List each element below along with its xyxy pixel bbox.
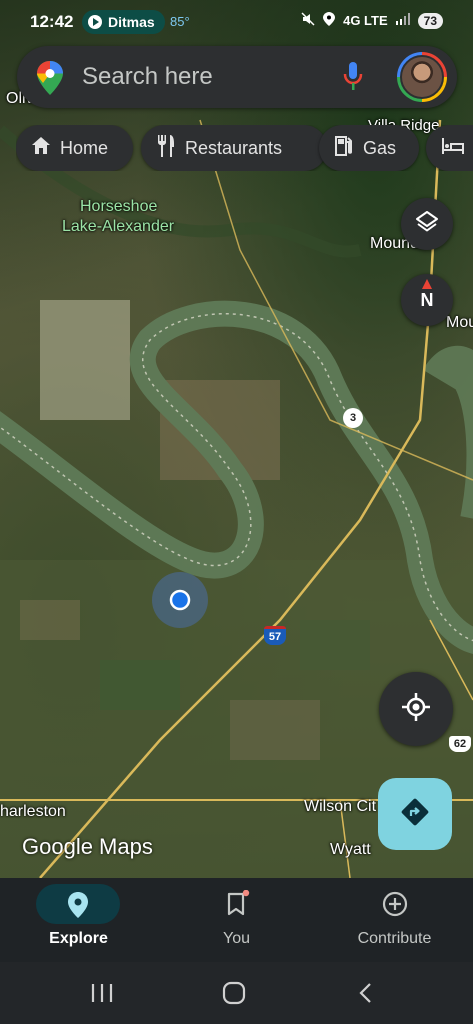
nav-you-label: You bbox=[223, 930, 250, 947]
interstate-57-shield: 57 bbox=[264, 626, 286, 645]
avatar-photo bbox=[400, 55, 444, 99]
navigation-chip[interactable]: Ditmas bbox=[82, 10, 165, 34]
nav-you[interactable]: You bbox=[158, 878, 315, 962]
battery-indicator: 73 bbox=[417, 12, 443, 29]
system-navigation-bar bbox=[0, 962, 473, 1024]
location-pin-icon bbox=[66, 892, 90, 923]
fork-knife-icon bbox=[157, 134, 175, 162]
network-type: 4G LTE bbox=[343, 13, 388, 28]
bottom-navigation: Explore You Contribute bbox=[0, 878, 473, 962]
search-bar[interactable]: Search here bbox=[17, 46, 457, 108]
play-icon bbox=[88, 15, 102, 29]
layers-button[interactable] bbox=[401, 198, 453, 250]
chip-gas-label: Gas bbox=[363, 137, 397, 158]
hotel-bed-icon bbox=[442, 137, 464, 159]
chip-gas[interactable]: Gas bbox=[319, 125, 419, 171]
status-icons: 4G LTE 73 bbox=[301, 12, 443, 29]
home-icon bbox=[32, 137, 50, 159]
crosshair-icon bbox=[401, 692, 431, 727]
place-label-wilson-city[interactable]: Wilson Cit bbox=[304, 798, 376, 816]
home-button[interactable] bbox=[222, 981, 246, 1010]
chip-hotels[interactable] bbox=[426, 125, 473, 171]
nav-contribute-label: Contribute bbox=[357, 930, 432, 947]
mute-icon bbox=[301, 12, 315, 29]
chip-restaurants-label: Restaurants bbox=[185, 137, 283, 158]
category-chips: Home Restaurants Gas bbox=[16, 125, 473, 171]
location-status-icon bbox=[323, 12, 336, 29]
place-label-charleston[interactable]: harleston bbox=[0, 803, 66, 821]
directions-button[interactable] bbox=[378, 778, 452, 850]
status-bar: 12:42 Ditmas 85° 4G LTE 73 bbox=[0, 0, 473, 44]
navigation-chip-label: Ditmas bbox=[108, 14, 155, 30]
status-time: 12:42 bbox=[30, 12, 74, 31]
back-button[interactable] bbox=[356, 982, 376, 1009]
place-label-wyatt[interactable]: Wyatt bbox=[330, 841, 371, 859]
chip-home[interactable]: Home bbox=[16, 125, 133, 171]
bookmark-icon bbox=[226, 889, 252, 923]
nav-explore-label: Explore bbox=[49, 930, 108, 947]
gas-pump-icon bbox=[335, 135, 353, 161]
compass-needle-icon bbox=[422, 279, 432, 289]
my-location-dot bbox=[169, 589, 191, 611]
nav-contribute[interactable]: Contribute bbox=[316, 878, 473, 962]
search-input[interactable]: Search here bbox=[82, 63, 213, 91]
directions-icon bbox=[400, 797, 430, 832]
compass-button[interactable]: N bbox=[401, 274, 453, 326]
route-3-shield: 3 bbox=[343, 408, 363, 428]
microphone-icon[interactable] bbox=[343, 62, 363, 97]
my-location-button[interactable] bbox=[379, 672, 453, 746]
chip-home-label: Home bbox=[60, 137, 109, 158]
signal-icon bbox=[395, 13, 410, 28]
chip-restaurants[interactable]: Restaurants bbox=[141, 125, 327, 171]
plus-circle-icon bbox=[381, 890, 409, 923]
recent-apps-button[interactable] bbox=[90, 982, 114, 1009]
layers-icon bbox=[415, 210, 439, 239]
route-62-shield: 62 bbox=[449, 736, 471, 752]
account-avatar[interactable] bbox=[397, 52, 447, 102]
status-temperature: 85° bbox=[170, 14, 190, 29]
compass-label: N bbox=[420, 290, 434, 310]
google-maps-pin-icon bbox=[37, 61, 63, 100]
place-label-horseshoe-lake[interactable]: Horseshoe bbox=[80, 198, 157, 216]
google-maps-logo: Google Maps bbox=[22, 834, 153, 859]
place-label-horseshoe-lake-2[interactable]: Lake-Alexander bbox=[62, 218, 174, 236]
nav-explore[interactable]: Explore bbox=[0, 878, 157, 962]
place-label-mou[interactable]: Mou bbox=[446, 314, 473, 332]
